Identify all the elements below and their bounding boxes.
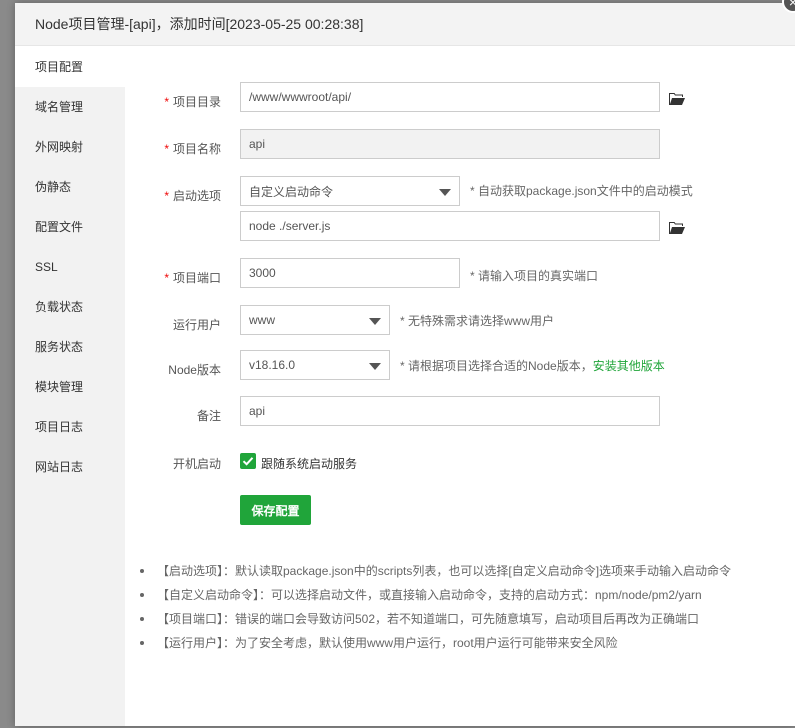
- run-user-select[interactable]: www: [240, 305, 390, 335]
- list-item: 【运行用户】：为了安全考虑，默认使用www用户运行，root用户运行可能带来安全…: [137, 631, 731, 655]
- check-icon: [242, 457, 254, 466]
- sidebar-item-project-log[interactable]: 项目日志: [15, 407, 125, 447]
- list-item: 【自定义启动命令】：可以选择启动文件，或直接输入启动命令，支持的启动方式：npm…: [137, 583, 731, 607]
- sidebar-item-rewrite[interactable]: 伪静态: [15, 167, 125, 207]
- sidebar-item-module[interactable]: 模块管理: [15, 367, 125, 407]
- project-dir-input[interactable]: [240, 82, 660, 112]
- remark-label: 备注: [196, 409, 221, 423]
- node-label: Node版本: [168, 363, 221, 377]
- chevron-down-icon: [439, 189, 451, 196]
- sidebar: 项目配置 域名管理 外网映射 伪静态 配置文件 SSL 负载状态 服务状态 模块…: [15, 47, 125, 726]
- boot-label: 开机启动: [172, 457, 221, 471]
- sidebar-item-external-mapping[interactable]: 外网映射: [15, 127, 125, 167]
- list-item: 【启动选项】：默认读取package.json中的scripts列表，也可以选择…: [137, 559, 731, 583]
- port-label: * 项目端口: [164, 271, 221, 285]
- node-version-select[interactable]: v18.16.0: [240, 350, 390, 380]
- sidebar-item-project-config[interactable]: 项目配置: [15, 47, 125, 87]
- name-label: * 项目名称: [164, 142, 221, 156]
- folder-icon[interactable]: [669, 92, 685, 106]
- chevron-down-icon: [369, 318, 381, 325]
- list-item: 【项目端口】：错误的端口会导致访问502，若不知道端口，可先随意填写，启动项目后…: [137, 607, 731, 631]
- start-option-select[interactable]: 自定义启动命令: [240, 176, 460, 206]
- required-mark: *: [164, 95, 169, 109]
- project-name-input[interactable]: [240, 129, 660, 159]
- port-input[interactable]: [240, 258, 460, 288]
- remark-input[interactable]: [240, 396, 660, 426]
- install-other-versions-link[interactable]: 安装其他版本: [593, 359, 665, 373]
- main-panel: *项目目录 *项目名称 *启动选项 自定义启动命令 * 自动获取package.…: [125, 47, 795, 726]
- sidebar-item-domain[interactable]: 域名管理: [15, 87, 125, 127]
- boot-checkbox[interactable]: [240, 453, 256, 469]
- sidebar-item-site-log[interactable]: 网站日志: [15, 447, 125, 487]
- start-command-input[interactable]: [240, 211, 660, 241]
- start-hint: * 自动获取package.json文件中的启动模式: [470, 184, 693, 198]
- save-config-button[interactable]: 保存配置: [240, 495, 311, 525]
- dialog-title: Node项目管理-[api]，添加时间[2023-05-25 00:28:38]: [35, 16, 364, 32]
- sidebar-item-load-status[interactable]: 负载状态: [15, 287, 125, 327]
- notes-list: 【启动选项】：默认读取package.json中的scripts列表，也可以选择…: [137, 559, 731, 655]
- user-hint: * 无特殊需求请选择www用户: [400, 314, 555, 328]
- close-icon: ×: [788, 0, 795, 10]
- node-project-dialog: Node项目管理-[api]，添加时间[2023-05-25 00:28:38]…: [15, 0, 795, 726]
- sidebar-item-ssl[interactable]: SSL: [15, 247, 125, 287]
- user-label: 运行用户: [172, 318, 221, 332]
- node-hint: * 请根据项目选择合适的Node版本，安装其他版本: [400, 359, 665, 373]
- sidebar-item-config-file[interactable]: 配置文件: [15, 207, 125, 247]
- port-hint: * 请输入项目的真实端口: [470, 269, 599, 283]
- sidebar-item-service-status[interactable]: 服务状态: [15, 327, 125, 367]
- folder-icon[interactable]: [669, 221, 685, 235]
- chevron-down-icon: [369, 363, 381, 370]
- dir-label: * 项目目录: [164, 95, 221, 109]
- start-label: * 启动选项: [164, 189, 221, 203]
- dialog-titlebar: Node项目管理-[api]，添加时间[2023-05-25 00:28:38]: [15, 3, 795, 46]
- boot-checkbox-label: 跟随系统启动服务: [261, 457, 358, 471]
